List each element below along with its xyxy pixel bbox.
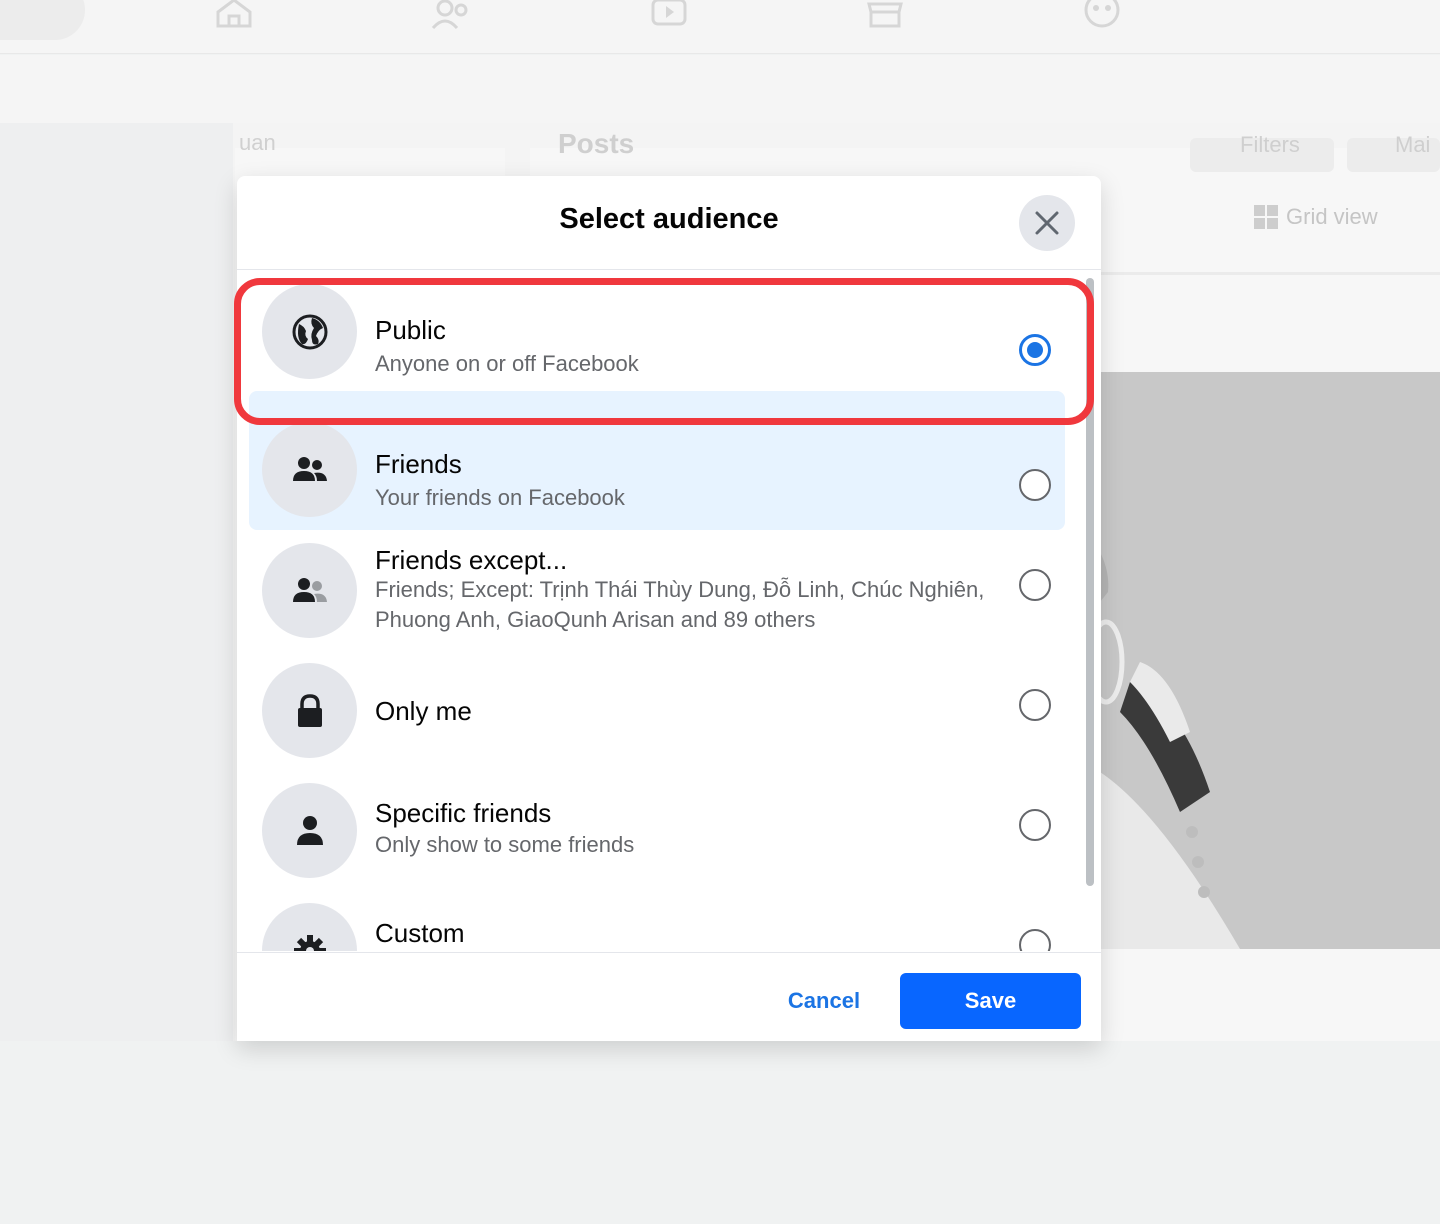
filters-button[interactable]: Filters [1190, 132, 1334, 172]
friends-icon[interactable] [431, 0, 471, 30]
dialog-header: Select audience [237, 176, 1101, 270]
option-title: Friends except... [375, 545, 568, 575]
globe-icon [292, 314, 327, 349]
option-friends-except[interactable]: Friends except... Friends; Except: Trịnh… [249, 530, 1065, 650]
gear-icon [293, 934, 326, 951]
option-title: Public [375, 315, 446, 345]
manage-label: Mai [1395, 132, 1431, 157]
radio-friends-except[interactable] [1019, 569, 1051, 601]
option-specific-friends[interactable]: Specific friends Only show to some frien… [249, 770, 1065, 890]
friends-except-icon [292, 577, 327, 602]
option-icon-wrapper [262, 903, 357, 951]
option-icon-wrapper [262, 663, 357, 758]
close-icon [1035, 211, 1059, 235]
lock-icon [297, 693, 322, 727]
posts-heading: Posts [558, 128, 635, 159]
cancel-button[interactable]: Cancel [770, 973, 878, 1029]
save-button[interactable]: Save [900, 973, 1081, 1029]
select-audience-dialog: Select audience Public Anyone on or off … [237, 176, 1101, 1041]
search-pill[interactable] [0, 0, 85, 40]
option-icon-wrapper [262, 284, 357, 379]
option-subtitle: Only show to some friends [375, 832, 635, 857]
grid-icon [1254, 205, 1278, 229]
post-photo[interactable] [1100, 372, 1440, 949]
filters-label: Filters [1240, 132, 1300, 157]
option-public[interactable]: Public Anyone on or off Facebook [249, 271, 1065, 379]
left-background [0, 123, 233, 1041]
radio-specific-friends[interactable] [1019, 809, 1051, 841]
dialog-footer: Cancel Save [237, 952, 1101, 1041]
friends-icon [292, 456, 327, 481]
faded-label: uan [239, 130, 276, 155]
option-subtitle: Friends; Except: Trịnh Thái Thùy Dung, Đ… [375, 577, 985, 632]
close-button[interactable] [1019, 195, 1075, 251]
home-icon[interactable] [214, 0, 254, 30]
groups-icon[interactable] [1082, 0, 1122, 30]
manage-button[interactable]: Mai [1347, 132, 1440, 172]
option-subtitle: Your friends on Facebook [375, 485, 625, 510]
grid-view-label: Grid view [1286, 204, 1378, 229]
radio-only-me[interactable] [1019, 689, 1051, 721]
option-only-me[interactable]: Only me [249, 650, 1065, 770]
person-icon [296, 815, 323, 845]
option-subtitle: Anyone on or off Facebook [375, 351, 639, 376]
scrollbar-thumb[interactable] [1086, 278, 1094, 886]
option-title: Friends [375, 449, 462, 479]
option-icon-wrapper [262, 543, 357, 638]
dialog-title: Select audience [559, 203, 779, 235]
radio-friends[interactable] [1019, 469, 1051, 501]
option-title: Custom [375, 918, 465, 948]
radio-custom[interactable] [1019, 929, 1051, 951]
marketplace-icon[interactable] [865, 0, 905, 30]
option-icon-wrapper [262, 422, 357, 517]
option-custom[interactable]: Custom [249, 890, 1065, 951]
grid-view-tab[interactable]: Grid view [1254, 204, 1378, 230]
option-friends[interactable]: Friends Your friends on Facebook [249, 391, 1065, 530]
option-icon-wrapper [262, 783, 357, 878]
video-icon[interactable] [649, 0, 689, 30]
divider [1100, 272, 1440, 275]
radio-public[interactable] [1019, 334, 1051, 366]
top-navigation-bar [0, 0, 1440, 54]
option-title: Only me [375, 696, 472, 726]
profile-subbar [0, 55, 1440, 123]
audience-options-list: Public Anyone on or off Facebook Friends… [237, 271, 1101, 951]
option-title: Specific friends [375, 798, 552, 828]
